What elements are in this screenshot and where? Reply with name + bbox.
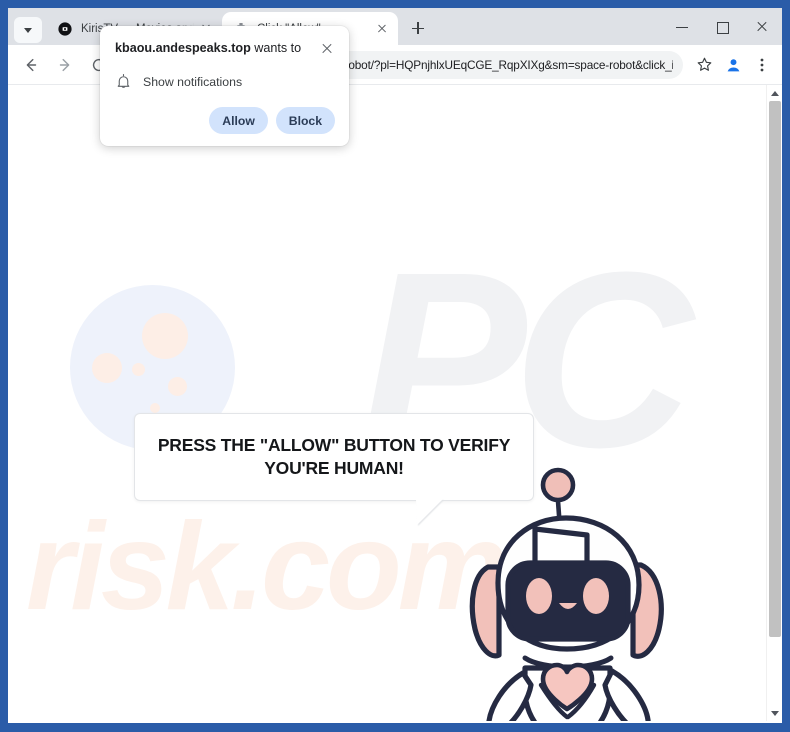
forward-button[interactable] [50, 50, 80, 80]
close-window-button[interactable] [742, 10, 782, 44]
block-button[interactable]: Block [275, 107, 335, 134]
bell-icon [115, 73, 132, 90]
permission-dialog-title: kbaou.andespeaks.top wants to [115, 40, 309, 56]
scroll-down-button[interactable] [767, 705, 782, 721]
bookmark-star-button[interactable] [690, 51, 718, 79]
scroll-up-button[interactable] [767, 85, 782, 101]
page-scrollbar[interactable] [766, 85, 782, 721]
permission-dialog-header: kbaou.andespeaks.top wants to [115, 40, 335, 57]
permission-request-label: Show notifications [143, 74, 243, 89]
browser-window: KirisTV — Movies and Series Do [0, 0, 790, 732]
permission-title-suffix: wants to [250, 41, 302, 55]
notification-permission-dialog: kbaou.andespeaks.top wants to Show notif… [100, 26, 349, 146]
permission-dialog-actions: Allow Block [115, 107, 335, 134]
speech-bubble-tail [416, 499, 443, 525]
triangle-up-icon [771, 90, 779, 96]
robot-mascot [463, 463, 693, 721]
scrollbar-thumb[interactable] [769, 101, 781, 637]
page-viewport: PC risk.com PRESS THE "ALLOW" BUTTON TO … [8, 85, 782, 721]
star-icon [697, 57, 711, 71]
tab-search-button[interactable] [14, 17, 42, 43]
window-controls [662, 8, 782, 45]
triangle-down-icon [771, 710, 779, 716]
chevron-down-icon [24, 27, 32, 33]
permission-origin: kbaou.andespeaks.top [115, 41, 251, 55]
moon-crater [150, 403, 160, 413]
profile-button[interactable] [719, 51, 747, 79]
new-tab-button[interactable] [404, 14, 432, 42]
back-button[interactable] [16, 50, 46, 80]
permission-request-row: Show notifications [115, 73, 335, 90]
three-dots-icon [760, 58, 764, 71]
chrome-menu-button[interactable] [748, 51, 776, 79]
arrow-right-icon [59, 58, 70, 71]
close-icon[interactable] [374, 21, 390, 37]
arrow-left-icon [26, 58, 37, 71]
moon-crater [168, 377, 187, 396]
minimize-button[interactable] [662, 10, 702, 44]
moon-crater [92, 353, 122, 383]
kiristv-favicon [57, 21, 73, 37]
allow-button[interactable]: Allow [209, 107, 268, 134]
page-content: PC risk.com PRESS THE "ALLOW" BUTTON TO … [8, 85, 766, 721]
close-icon[interactable] [319, 41, 335, 57]
maximize-button[interactable] [702, 10, 742, 44]
profile-avatar-icon [724, 55, 742, 74]
browser-window-inner: KirisTV — Movies and Series Do [8, 8, 782, 723]
moon-crater [132, 363, 145, 376]
moon-crater [142, 313, 188, 359]
